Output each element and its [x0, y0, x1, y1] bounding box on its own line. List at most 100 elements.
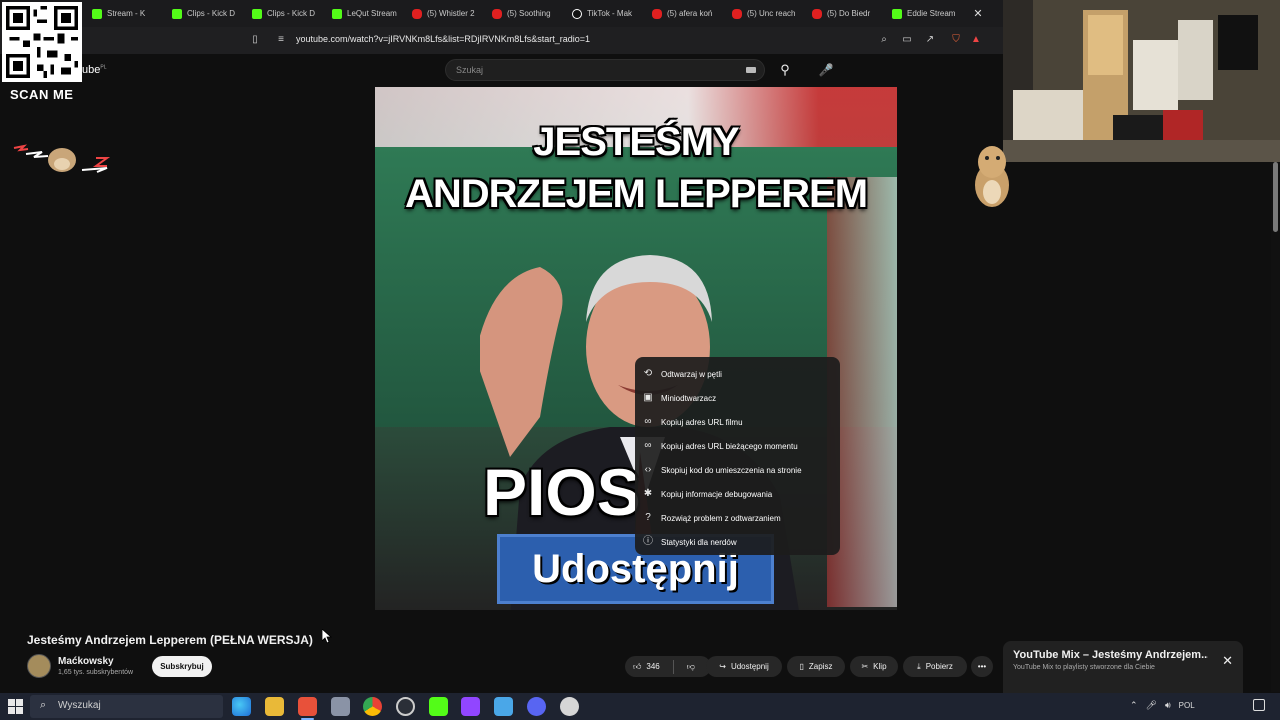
context-menu-label: Kopiuj adres URL filmu — [661, 417, 743, 427]
microphone-tray-icon[interactable]: 🎤︎ — [1146, 700, 1157, 711]
browser-tab-label: (5) Do Biedr — [827, 9, 871, 18]
like-divider — [672, 659, 674, 674]
bookmark-save-icon: ▯ — [799, 662, 804, 671]
kick-favicon-icon — [92, 8, 102, 19]
scrollbar-thumb[interactable] — [1273, 162, 1278, 232]
cast-icon[interactable]: ▭ — [900, 33, 914, 47]
volume-icon[interactable]: 🔊︎ — [1165, 700, 1171, 711]
app-icon-9[interactable] — [494, 697, 513, 716]
page-scrollbar[interactable] — [1271, 162, 1280, 692]
app-icon-4[interactable] — [331, 697, 350, 716]
video-caption-line2: ANDRZEJEM LEPPEREM — [404, 172, 868, 216]
share-page-icon[interactable]: ↗ — [923, 33, 937, 47]
browser-tab-label: TikTok - Mak — [587, 9, 633, 18]
context-menu-item[interactable]: ⓘ Statystyki dla nerdów — [635, 530, 840, 554]
kick-app-icon[interactable] — [429, 697, 448, 716]
like-dislike-group: 👍︎ 346 👎︎ — [625, 656, 711, 677]
download-label: Pobierz — [925, 662, 953, 671]
browser-tab-label: (5) afera koń — [667, 9, 713, 18]
yt-favicon-icon — [412, 8, 422, 19]
more-actions-button[interactable]: ••• — [971, 656, 993, 677]
browser-tab[interactable]: Stream - K — [86, 0, 166, 27]
context-menu-item[interactable]: ‹› Skopiuj kod do umieszczenia na stronie — [635, 458, 840, 482]
youtube-header: ubePL Szukaj ⚲ 🎤 — [0, 54, 1003, 87]
browser-tab[interactable]: Eddie Stream — [886, 0, 966, 27]
context-menu-item[interactable]: ▣ Miniodtwarzacz — [635, 386, 840, 410]
like-button[interactable]: 👍︎ 346 — [633, 662, 660, 672]
player-context-menu: ⟲ Odtwarzaj w pętli ▣ Miniodtwarzacz ∞ Kopiuj… — [635, 357, 840, 555]
browser-tab[interactable]: LeQut Stream — [326, 0, 406, 27]
browser-tab[interactable]: (5) Whistler 2 — [406, 0, 486, 27]
microphone-icon[interactable]: 🎤 — [815, 59, 837, 81]
edge-app-icon[interactable] — [232, 697, 251, 716]
close-tab-icon[interactable]: ✕ — [970, 7, 986, 20]
miniplayer-icon: ▣ — [643, 392, 653, 403]
browser-tab-label: Eddie Stream — [907, 9, 956, 18]
windows-start-icon[interactable] — [8, 699, 23, 714]
webcam-room-scene — [1003, 0, 1280, 162]
browser-tab-label: (5) Soothing — [507, 9, 551, 18]
browser-tab[interactable]: TikTok - Mak — [566, 0, 646, 27]
browser-tab[interactable]: Clips - Kick D — [246, 0, 326, 27]
loop-icon: ⟲ — [643, 368, 653, 379]
search-placeholder: Szukaj — [456, 65, 484, 75]
browser-tab[interactable]: (5) afera koń — [646, 0, 726, 27]
brave-app-icon[interactable] — [298, 697, 317, 720]
search-input[interactable]: Szukaj — [445, 59, 765, 81]
save-button[interactable]: ▯ Zapisz — [787, 656, 845, 677]
context-menu-item[interactable]: ⟲ Odtwarzaj w pętli — [635, 362, 840, 386]
brave-shields-icon[interactable]: ⛉ — [949, 33, 963, 47]
more-horizontal-icon: ••• — [977, 662, 987, 671]
sleeping-dog-sticker — [13, 144, 111, 173]
notification-icon[interactable] — [1253, 699, 1265, 711]
search-icon[interactable]: ⚲ — [770, 59, 800, 81]
download-button[interactable]: ⤓ Pobierz — [903, 656, 967, 677]
zoom-icon[interactable]: ⌕ — [877, 33, 891, 47]
context-menu-item[interactable]: ∞ Kopiuj adres URL bieżącego momentu — [635, 434, 840, 458]
chrome-app-icon[interactable] — [363, 697, 382, 716]
system-tray: ⌃ 🎤︎ 🔊︎ POL — [1130, 700, 1195, 711]
url-field[interactable]: youtube.com/watch?v=jIRVNKm8Lfs&list=RDj… — [296, 34, 590, 44]
browser-tab[interactable]: (5) Do Biedr — [806, 0, 886, 27]
taskbar-search-box[interactable]: ⌕ Wyszukaj — [30, 695, 223, 718]
link-icon: ∞ — [644, 416, 652, 427]
brave-rewards-icon[interactable]: ▲ — [969, 33, 983, 47]
context-menu-label: Kopiuj informacje debugowania — [661, 489, 773, 499]
streaming-app-icon[interactable] — [461, 697, 480, 716]
dislike-button[interactable]: 👎︎ — [687, 662, 695, 672]
context-menu-item[interactable]: ? Rozwiąż problem z odtwarzaniem — [635, 506, 840, 530]
share-button[interactable]: ↪ Udostępnij — [706, 656, 782, 677]
bookmark-icon[interactable]: ▯ — [248, 33, 262, 47]
app-icon-11[interactable] — [560, 697, 579, 716]
kick-favicon-icon — [332, 8, 342, 19]
file-explorer-icon[interactable] — [265, 697, 284, 716]
channel-name[interactable]: Maćkowsky — [58, 656, 114, 667]
context-menu-item[interactable]: ∞ Kopiuj adres URL filmu — [635, 410, 840, 434]
keyboard-icon[interactable] — [746, 67, 756, 73]
tray-chevron-icon[interactable]: ⌃ — [1130, 700, 1138, 711]
mix-playlist-card[interactable]: YouTube Mix – Jesteśmy Andrzejem... YouT… — [1003, 641, 1243, 693]
context-menu-label: Miniodtwarzacz — [661, 393, 717, 403]
browser-tab[interactable]: (5) Soothing — [486, 0, 566, 27]
thumbs-up-icon: 👍︎ — [633, 661, 642, 671]
clip-button[interactable]: ✂ Klip — [850, 656, 898, 677]
context-menu-item[interactable]: ✱ Kopiuj informacje debugowania — [635, 482, 840, 506]
youtube-logo[interactable]: ubePL — [82, 64, 106, 76]
share-icon: ↪ — [719, 662, 726, 671]
site-settings-icon[interactable]: ≡ — [274, 33, 288, 47]
context-menu-label: Rozwiąż problem z odtwarzaniem — [661, 513, 781, 523]
download-icon: ⤓ — [917, 661, 921, 671]
browser-tab[interactable]: Clips - Kick D — [166, 0, 246, 27]
browser-tab-label: Clips - Kick D — [267, 9, 316, 18]
discord-app-icon[interactable] — [527, 697, 546, 716]
close-icon[interactable]: ✕ — [1222, 653, 1233, 669]
browser-tab[interactable]: (5) Unc reach — [726, 0, 806, 27]
qr-code-pattern — [6, 6, 78, 78]
subscriber-count: 1,65 tys. subskrybentów — [58, 669, 134, 676]
subscribe-button[interactable]: Subskrybuj — [152, 656, 212, 677]
share-label: Udostępnij — [730, 662, 769, 671]
language-indicator[interactable]: POL — [1179, 701, 1195, 710]
mix-title: YouTube Mix – Jesteśmy Andrzejem... — [1013, 649, 1208, 661]
obs-app-icon[interactable] — [396, 697, 415, 716]
channel-avatar[interactable] — [27, 654, 51, 678]
